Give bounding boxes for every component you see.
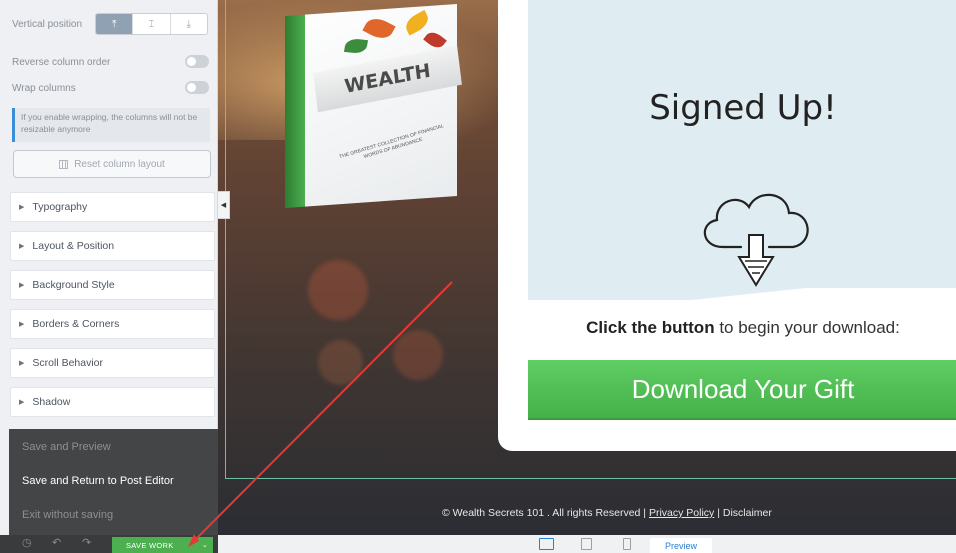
page-canvas: WEALTH THE GREATEST COLLECTION OF FINANC… — [218, 0, 956, 535]
section-background-style[interactable]: ▶ Background Style — [10, 270, 215, 300]
card-panel-edge — [528, 288, 956, 300]
section-label: Background Style — [32, 279, 115, 291]
section-label: Typography — [32, 201, 88, 213]
bokeh-light — [308, 260, 368, 320]
section-typography[interactable]: ▶ Typography — [10, 192, 215, 222]
undo-icon[interactable]: ↶ — [52, 536, 61, 549]
phone-icon[interactable] — [623, 538, 631, 550]
editor-bottom-bar: ◷ ↶ ↷ SAVE WORK ⌄ — [0, 535, 218, 553]
tablet-icon[interactable] — [581, 538, 592, 550]
book-title: WEALTH — [313, 45, 462, 113]
save-work-label: SAVE WORK — [126, 540, 174, 550]
reverse-column-row: Reverse column order — [12, 55, 209, 68]
bokeh-light — [393, 330, 443, 380]
chevron-down-icon[interactable]: ⌄ — [202, 541, 208, 549]
section-scroll-behavior[interactable]: ▶ Scroll Behavior — [10, 348, 215, 378]
cloud-download-icon — [703, 193, 809, 287]
signed-up-heading[interactable]: Signed Up! — [528, 88, 956, 128]
vpos-top-button[interactable]: ⤒ — [96, 14, 133, 34]
section-label: Scroll Behavior — [32, 357, 104, 369]
caret-right-icon: ▶ — [19, 282, 25, 289]
section-shadow[interactable]: ▶ Shadow — [10, 387, 215, 417]
footer-separator: | — [714, 507, 723, 519]
book-subtitle: THE GREATEST COLLECTION OF FINANCIAL WOR… — [338, 123, 445, 161]
reverse-column-label: Reverse column order — [12, 57, 111, 68]
download-gift-button[interactable]: Download Your Gift — [528, 360, 956, 420]
caret-right-icon: ▶ — [19, 204, 25, 211]
columns-icon — [59, 159, 69, 169]
page-footer: © Wealth Secrets 101 . All rights Reserv… — [442, 507, 772, 519]
section-label: Borders & Corners — [32, 318, 120, 330]
leaf-decoration — [343, 37, 369, 55]
download-instruction: Click the button to begin your download: — [528, 318, 956, 338]
reverse-column-toggle[interactable] — [185, 55, 209, 68]
wrap-columns-row: Wrap columns — [12, 81, 209, 94]
wrap-notice: If you enable wrapping, the columns will… — [12, 108, 210, 142]
save-menu: Save and Preview Save and Return to Post… — [9, 429, 218, 535]
desktop-icon[interactable] — [539, 538, 554, 550]
device-preview-bar: Preview — [218, 535, 956, 553]
preview-tab[interactable]: Preview — [650, 538, 712, 553]
history-icon[interactable]: ◷ — [22, 536, 32, 549]
collapse-sidebar-button[interactable]: ◀ — [218, 191, 230, 219]
caret-right-icon: ▶ — [19, 243, 25, 250]
wrap-columns-label: Wrap columns — [12, 83, 76, 94]
section-label: Shadow — [32, 396, 71, 408]
signup-card: Signed Up! Click the button to begin you… — [498, 0, 956, 451]
book-cover: WEALTH THE GREATEST COLLECTION OF FINANC… — [305, 3, 462, 207]
caret-right-icon: ▶ — [19, 321, 25, 328]
caret-right-icon: ▶ — [19, 399, 25, 406]
section-label: Layout & Position — [32, 240, 115, 252]
save-and-preview-item[interactable]: Save and Preview — [22, 441, 111, 453]
editor-sidebar: Vertical position ⤒ ⌶ ⤓ Reverse column o… — [0, 0, 218, 553]
layout-guide-line — [225, 478, 956, 479]
vpos-middle-button[interactable]: ⌶ — [132, 14, 169, 34]
section-layout-position[interactable]: ▶ Layout & Position — [10, 231, 215, 261]
vpos-bottom-button[interactable]: ⤓ — [169, 14, 207, 34]
exit-without-saving-item[interactable]: Exit without saving — [22, 509, 113, 521]
footer-copyright: © Wealth Secrets 101 . All rights Reserv… — [442, 507, 649, 519]
instruction-bold: Click the button — [586, 318, 715, 337]
leaf-decoration — [362, 14, 396, 43]
ebook-cover-image: WEALTH THE GREATEST COLLECTION OF FINANC… — [285, 3, 462, 209]
redo-icon[interactable]: ↷ — [82, 536, 91, 549]
save-work-button[interactable]: SAVE WORK ⌄ — [112, 537, 213, 553]
vertical-position-selector: ⤒ ⌶ ⤓ — [95, 13, 208, 35]
section-borders-corners[interactable]: ▶ Borders & Corners — [10, 309, 215, 339]
wrap-columns-toggle[interactable] — [185, 81, 209, 94]
reset-column-layout-button[interactable]: Reset column layout — [13, 150, 211, 178]
disclaimer-link[interactable]: Disclaimer — [723, 507, 772, 519]
reset-column-layout-label: Reset column layout — [74, 158, 165, 170]
layout-guide-line — [225, 0, 226, 478]
leaf-decoration — [402, 9, 432, 36]
caret-right-icon: ▶ — [19, 360, 25, 367]
privacy-policy-link[interactable]: Privacy Policy — [649, 507, 714, 519]
instruction-rest: to begin your download: — [714, 318, 900, 337]
save-and-return-item[interactable]: Save and Return to Post Editor — [22, 475, 174, 487]
book-spine — [285, 14, 305, 209]
bokeh-light — [318, 340, 363, 385]
